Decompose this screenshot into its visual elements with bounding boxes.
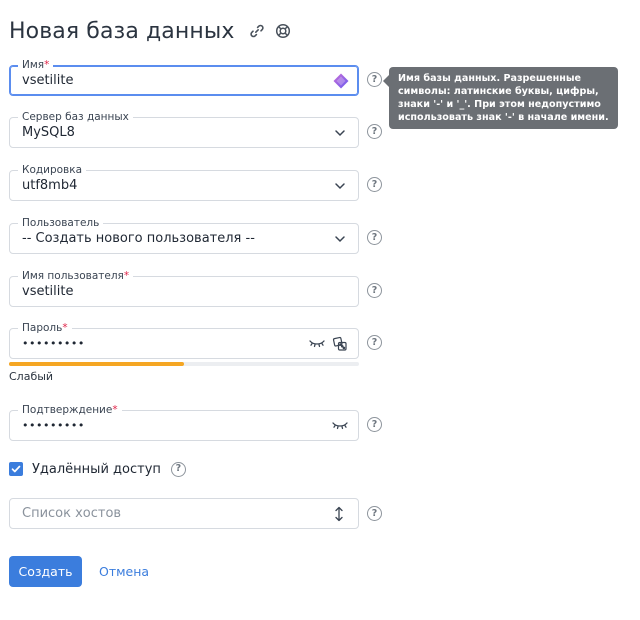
lifebuoy-icon[interactable] xyxy=(274,22,292,40)
link-icon[interactable] xyxy=(248,22,266,40)
remote-access-help-icon[interactable]: ? xyxy=(170,461,186,477)
chevron-down-icon xyxy=(335,236,345,243)
encoding-select[interactable]: Кодировка utf8mb4 xyxy=(9,163,359,201)
dice-icon[interactable] xyxy=(331,335,349,353)
resize-vertical-icon[interactable] xyxy=(330,505,348,523)
cancel-button[interactable]: Отмена xyxy=(99,556,149,587)
db-name-tooltip: Имя базы данных. Разрешенные символы: ла… xyxy=(383,67,618,129)
chevron-down-icon xyxy=(335,130,345,137)
password-help-icon[interactable]: ? xyxy=(367,335,382,350)
remote-access-label: Удалённый доступ xyxy=(32,461,161,477)
username-help-icon[interactable]: ? xyxy=(367,283,382,298)
password-field[interactable]: Пароль* ••••••••• xyxy=(9,321,359,359)
password-strength-label: Слабый xyxy=(9,370,54,383)
hosts-list-placeholder: Список хостов xyxy=(22,506,122,521)
confirm-field[interactable]: Подтверждение* ••••••••• xyxy=(9,403,359,441)
autofill-gem-icon[interactable] xyxy=(332,72,350,90)
password-strength-meter xyxy=(9,362,359,366)
chevron-down-icon xyxy=(335,183,345,190)
required-mark: * xyxy=(112,404,118,416)
required-mark: * xyxy=(123,270,130,282)
confirm-help-icon[interactable]: ? xyxy=(367,417,382,432)
hosts-list-help-icon[interactable]: ? xyxy=(367,506,382,521)
db-server-select[interactable]: Сервер баз данных MySQL8 xyxy=(9,110,359,148)
password-strength-fill xyxy=(9,362,184,366)
db-name-field[interactable]: Имя* vsetilite xyxy=(9,58,359,96)
check-icon xyxy=(11,465,21,473)
page-header: Новая база данных xyxy=(9,15,292,47)
user-value: -- Создать нового пользователя -- xyxy=(22,231,255,246)
eye-closed-icon[interactable] xyxy=(308,335,326,353)
encoding-value: utf8mb4 xyxy=(22,178,78,193)
confirm-value: ••••••••• xyxy=(22,419,85,432)
create-button[interactable]: Создать xyxy=(9,556,82,587)
page-title: Новая база данных xyxy=(9,18,235,44)
password-value: ••••••••• xyxy=(22,337,85,350)
eye-closed-icon[interactable] xyxy=(331,417,349,435)
db-server-value: MySQL8 xyxy=(22,125,75,140)
db-name-value: vsetilite xyxy=(22,73,74,88)
db-name-help-icon[interactable]: ? xyxy=(367,72,382,87)
user-help-icon[interactable]: ? xyxy=(367,230,382,245)
encoding-help-icon[interactable]: ? xyxy=(367,177,382,192)
hosts-list-field[interactable]: Список хостов xyxy=(9,498,359,529)
remote-access-checkbox[interactable] xyxy=(9,462,23,476)
username-value: vsetilite xyxy=(22,284,74,299)
username-field[interactable]: Имя пользователя* vsetilite xyxy=(9,269,359,307)
db-server-help-icon[interactable]: ? xyxy=(367,124,382,139)
user-select[interactable]: Пользователь -- Создать нового пользоват… xyxy=(9,216,359,254)
remote-access-row: Удалённый доступ ? xyxy=(9,460,186,478)
